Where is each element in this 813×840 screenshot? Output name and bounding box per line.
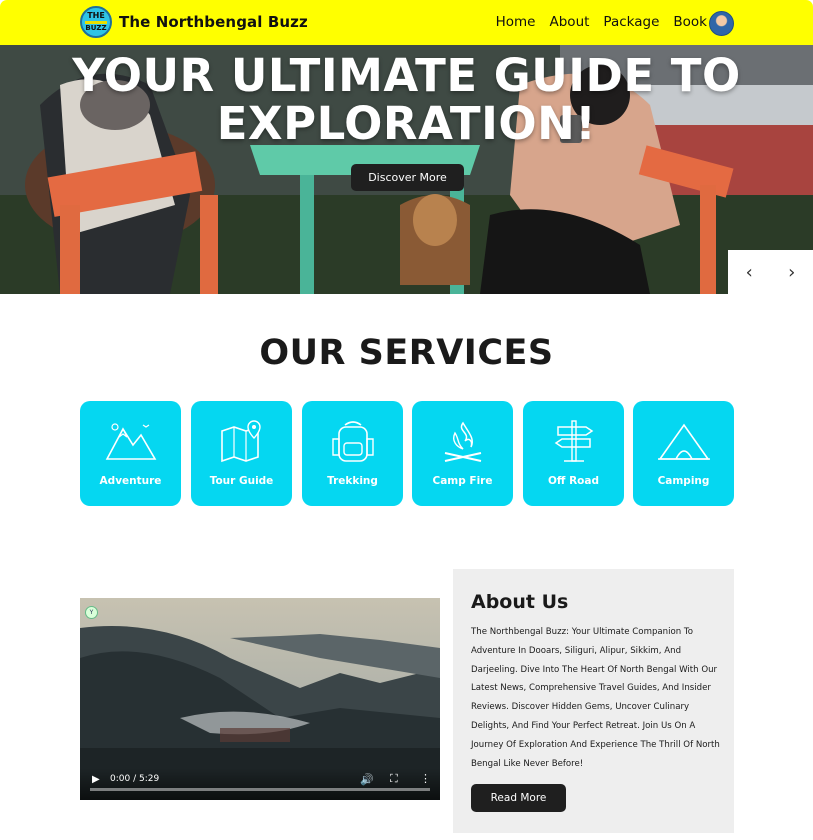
hero-title-line2: EXPLORATION!: [216, 97, 597, 150]
service-label: Camping: [657, 475, 710, 487]
service-card-camp-fire[interactable]: Camp Fire: [412, 401, 513, 506]
fullscreen-icon[interactable]: ⛶: [390, 772, 398, 786]
backpack-icon: [331, 421, 374, 462]
service-card-camping[interactable]: Camping: [633, 401, 734, 506]
nav-package[interactable]: Package: [603, 14, 659, 30]
nav-about[interactable]: About: [550, 14, 590, 30]
services-title: OUR SERVICES: [259, 333, 554, 373]
video-progress-bar[interactable]: [90, 788, 430, 791]
map-icon: [220, 420, 261, 463]
nav-book[interactable]: Book: [673, 14, 707, 30]
brand-name: The Northbengal Buzz: [119, 13, 308, 31]
chevron-right-icon[interactable]: ›: [777, 262, 807, 283]
discover-more-button[interactable]: Discover More: [351, 164, 464, 191]
navbar: THE BUZZ The Northbengal Buzz Home About…: [0, 0, 813, 45]
about-section: About Us The Northbengal Buzz: Your Ulti…: [453, 569, 734, 833]
chevron-left-icon[interactable]: ‹: [734, 262, 764, 283]
service-card-tour-guide[interactable]: Tour Guide: [191, 401, 292, 506]
mountain-icon: [105, 423, 156, 460]
logo-top-text: THE: [87, 11, 105, 20]
service-card-trekking[interactable]: Trekking: [302, 401, 403, 506]
service-label: Tour Guide: [209, 475, 274, 487]
carousel-controls: ‹ ›: [728, 250, 813, 294]
signpost-icon: [554, 420, 593, 462]
service-card-off-road[interactable]: Off Road: [523, 401, 624, 506]
video-player[interactable]: Y ▶ 0:00 / 5:29 🔊 ⛶ ⋮: [80, 598, 440, 800]
hero-title: YOUR ULTIMATE GUIDE TO EXPLORATION!: [0, 52, 813, 148]
hero-banner: YOUR ULTIMATE GUIDE TO EXPLORATION! Disc…: [0, 45, 813, 294]
about-title: About Us: [471, 591, 569, 613]
tent-icon: [657, 423, 710, 460]
campfire-icon: [444, 421, 481, 462]
brand-logo: THE BUZZ: [80, 6, 112, 38]
video-time: 0:00 / 5:29: [110, 774, 160, 784]
service-label: Trekking: [327, 475, 378, 487]
hero-title-line1: YOUR ULTIMATE GUIDE TO: [72, 49, 741, 102]
nav-home[interactable]: Home: [496, 14, 536, 30]
read-more-button[interactable]: Read More: [471, 784, 566, 812]
volume-icon[interactable]: 🔊: [360, 773, 374, 786]
service-card-adventure[interactable]: Adventure: [80, 401, 181, 506]
about-body: The Northbengal Buzz: Your Ultimate Comp…: [471, 627, 720, 769]
service-label: Camp Fire: [432, 475, 493, 487]
nav-links: Home About Package Book: [482, 14, 707, 30]
brand[interactable]: THE BUZZ The Northbengal Buzz: [80, 6, 308, 38]
logo-bottom-text: BUZZ: [85, 24, 107, 32]
service-label: Adventure: [99, 475, 162, 487]
video-controls: ▶ 0:00 / 5:29 🔊 ⛶ ⋮: [80, 768, 440, 800]
play-icon[interactable]: ▶: [92, 774, 100, 785]
user-avatar[interactable]: [709, 11, 734, 36]
watermark-icon: Y: [85, 606, 98, 619]
more-options-icon[interactable]: ⋮: [420, 772, 431, 785]
service-label: Off Road: [548, 475, 599, 487]
